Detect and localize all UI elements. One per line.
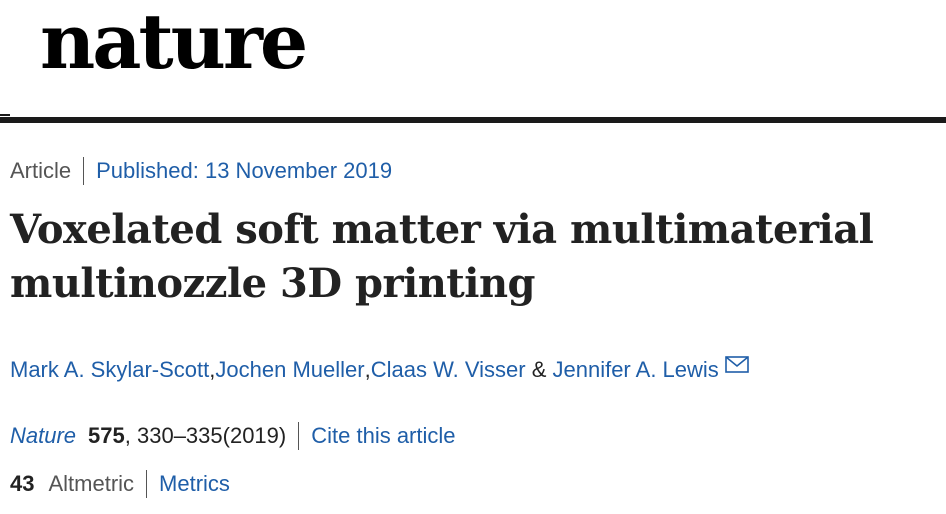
divider	[83, 157, 85, 185]
article-meta-row: Article Published: 13 November 2019	[10, 157, 392, 185]
altmetric-count: 43	[10, 471, 35, 496]
journal-pages: , 330–335(2019)	[124, 423, 287, 448]
article-title-line-2: multinozzle 3D printing	[10, 260, 536, 307]
cite-article-link[interactable]: Cite this article	[311, 422, 455, 450]
author-link[interactable]: Jennifer A. Lewis	[552, 356, 718, 384]
article-type-label: Article	[10, 158, 72, 183]
author-link[interactable]: Mark A. Skylar-Scott	[10, 356, 209, 384]
nature-logo[interactable]: nature	[40, 4, 308, 80]
article-title: Voxelated soft matter via multimaterial …	[10, 203, 930, 311]
metrics-link[interactable]: Metrics	[159, 470, 230, 498]
envelope-icon[interactable]	[724, 352, 749, 380]
author-list: Mark A. Skylar-Scott, Jochen Mueller, Cl…	[10, 356, 749, 384]
journal-name: Nature	[10, 423, 77, 448]
altmetric-label: Altmetric	[48, 471, 135, 496]
divider	[298, 422, 300, 450]
masthead-rule	[0, 117, 946, 123]
article-title-line-1: Voxelated soft matter via multimaterial	[10, 206, 874, 253]
masthead-rule-cap	[0, 114, 10, 116]
journal-volume: 575	[88, 423, 125, 448]
metrics-row: 43 Altmetric Metrics	[10, 470, 230, 498]
author-link[interactable]: Jochen Mueller	[215, 356, 364, 384]
author-separator-and: &	[525, 357, 553, 382]
citation-row: Nature 575 , 330–335(2019) Cite this art…	[10, 422, 456, 450]
divider	[146, 470, 148, 498]
published-date: Published: 13 November 2019	[96, 158, 393, 183]
masthead: nature	[0, 0, 946, 124]
author-link[interactable]: Claas W. Visser	[371, 356, 526, 384]
